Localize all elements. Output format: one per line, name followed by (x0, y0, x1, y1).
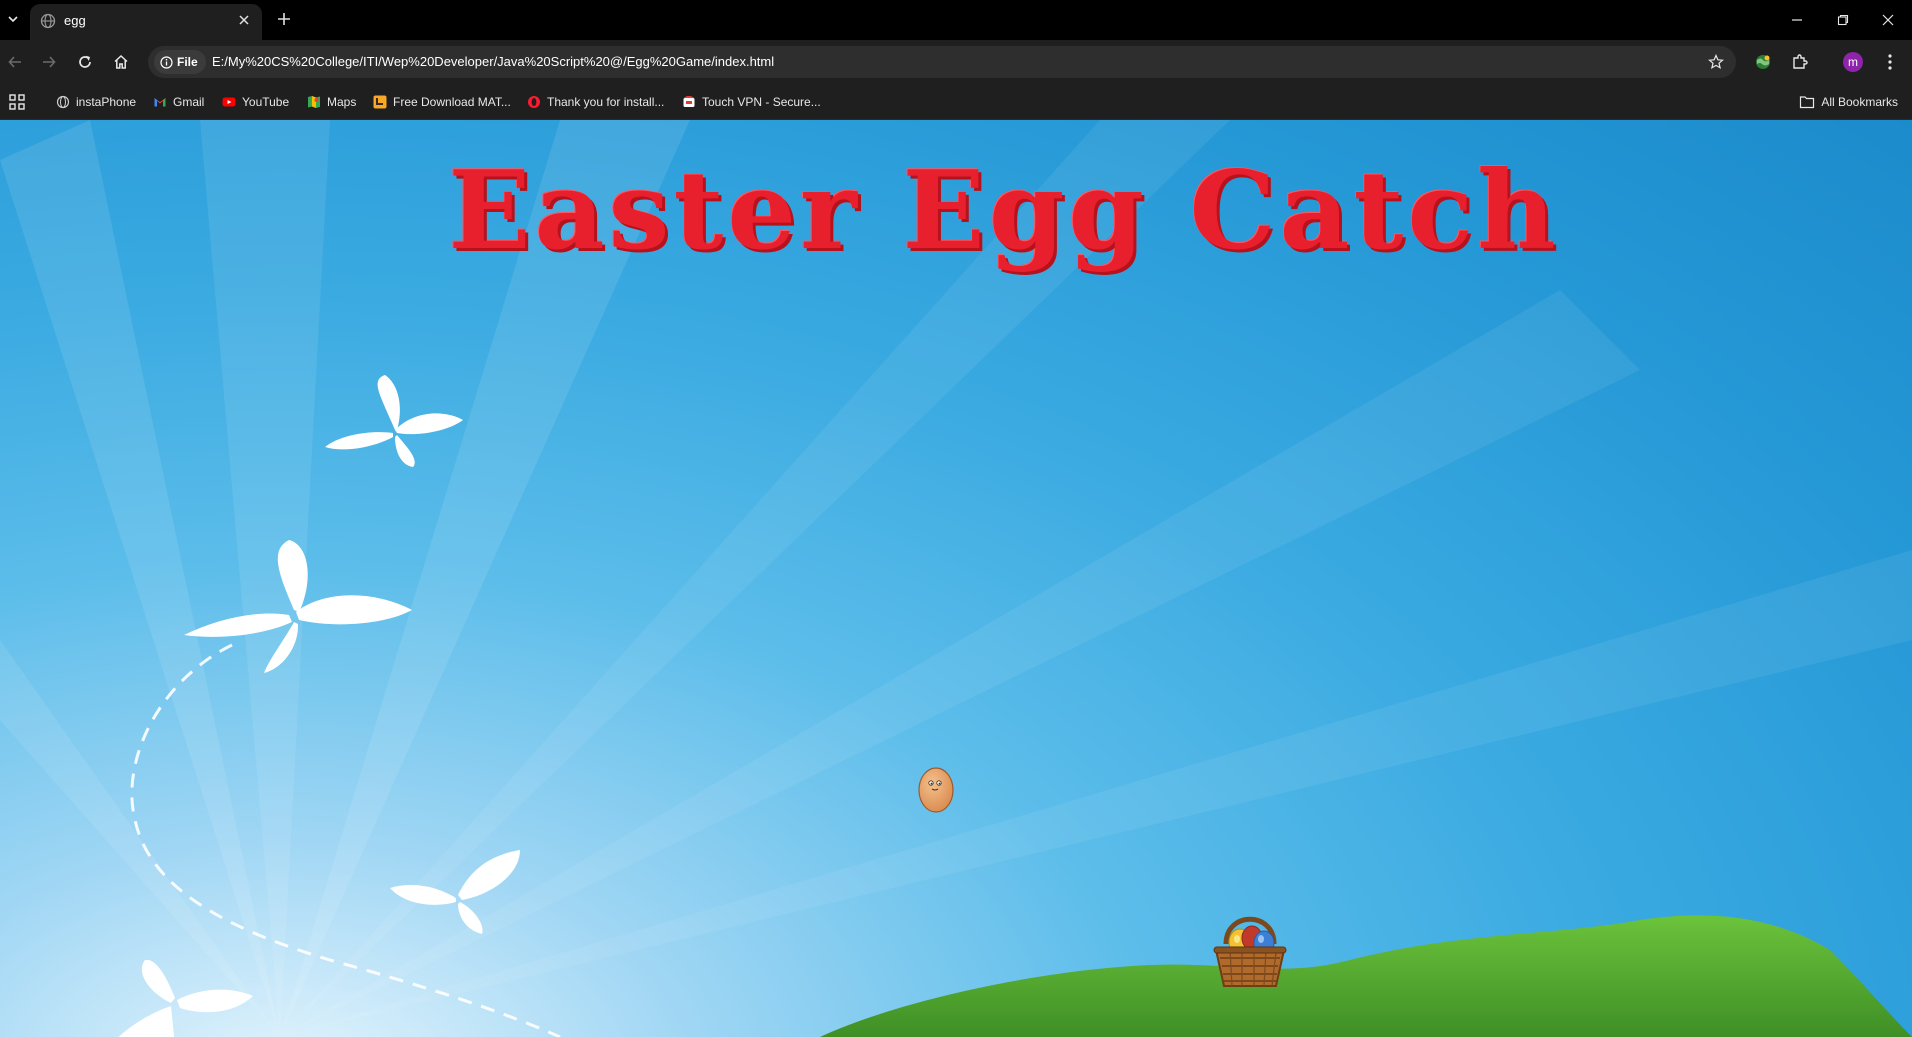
bookmark-label: Gmail (173, 95, 205, 109)
youtube-icon (222, 97, 236, 107)
falling-egg (918, 767, 954, 813)
bookmark-touch-vpn[interactable]: Touch VPN - Secure... (682, 91, 821, 113)
info-icon (160, 55, 173, 69)
egg-basket[interactable] (1212, 906, 1288, 988)
bookmark-label: Touch VPN - Secure... (702, 95, 821, 109)
vpn-icon (683, 96, 695, 107)
chevron-down-icon (8, 16, 18, 23)
grass-hill (820, 915, 1912, 1037)
bookmark-label: instaPhone (76, 95, 137, 109)
minimize-icon (1792, 19, 1802, 21)
new-tab-button[interactable] (272, 7, 296, 31)
home-button[interactable] (107, 48, 135, 76)
tab-search-button[interactable] (2, 8, 24, 30)
tab-active[interactable]: egg (30, 4, 262, 40)
close-icon (239, 15, 249, 25)
opera-icon (528, 96, 540, 108)
all-bookmarks-button[interactable]: All Bookmarks (1799, 91, 1898, 113)
tab-close-button[interactable] (234, 10, 254, 30)
browser-toolbar: File E:/My%20CS%20College/ITI/Wep%20Deve… (0, 40, 1912, 85)
extensions-menu-button[interactable] (1787, 49, 1813, 75)
address-bar[interactable]: File E:/My%20CS%20College/ITI/Wep%20Deve… (148, 46, 1736, 78)
close-icon (1882, 14, 1894, 26)
gmail-icon (154, 98, 166, 107)
browser-menu-button[interactable] (1877, 49, 1903, 75)
minimize-button[interactable] (1779, 6, 1815, 34)
site-chip-label: File (177, 55, 198, 69)
extension-button[interactable] (1750, 49, 1776, 75)
more-vertical-icon (1888, 54, 1892, 70)
arrow-left-icon (8, 56, 21, 68)
bookmark-instaphone[interactable]: instaPhone (56, 91, 136, 113)
game-viewport[interactable]: Easter Egg Catch (0, 120, 1912, 1037)
url-text[interactable]: E:/My%20CS%20College/ITI/Wep%20Developer… (212, 54, 774, 69)
restore-icon (1837, 14, 1849, 26)
globe-icon (40, 13, 56, 29)
reload-icon (79, 55, 91, 68)
reload-button[interactable] (71, 48, 99, 76)
profile-avatar[interactable]: m (1843, 52, 1863, 72)
bookmark-label: YouTube (242, 95, 290, 109)
back-button[interactable] (1, 48, 29, 76)
site-info-chip[interactable]: File (154, 50, 206, 74)
bookmark-label: Thank you for install... (547, 95, 665, 109)
bookmark-star-button[interactable] (1704, 50, 1728, 74)
restore-button[interactable] (1825, 6, 1861, 34)
tab-strip: egg (0, 0, 1912, 40)
download-site-icon (373, 95, 387, 109)
globe-icon (56, 95, 70, 109)
tab-title: egg (64, 13, 86, 28)
bookmark-maps[interactable]: Maps (307, 91, 356, 113)
maps-icon (308, 96, 320, 108)
close-window-button[interactable] (1870, 6, 1906, 34)
bookmark-thank-you[interactable]: Thank you for install... (527, 91, 664, 113)
bookmarks-bar: instaPhone Gmail YouTube Maps Free Downl… (0, 85, 1912, 120)
bookmark-label: Maps (327, 95, 357, 109)
extension-globe-icon (1756, 55, 1770, 69)
plus-icon (278, 13, 290, 25)
all-bookmarks-label: All Bookmarks (1821, 95, 1898, 109)
apps-grid-icon[interactable] (8, 93, 26, 111)
star-icon (1708, 54, 1724, 70)
folder-icon (1800, 96, 1815, 109)
bookmark-free-download[interactable]: Free Download MAT... (373, 91, 511, 113)
forward-button[interactable] (35, 48, 63, 76)
puzzle-icon (1793, 54, 1808, 69)
arrow-right-icon (43, 56, 56, 68)
bookmark-youtube[interactable]: YouTube (222, 91, 289, 113)
bookmark-gmail[interactable]: Gmail (153, 91, 204, 113)
home-icon (114, 54, 128, 69)
bookmark-label: Free Download MAT... (393, 95, 511, 109)
browser-window: egg File E:/My%20CS%20College/ITI/Wep%20… (0, 0, 1912, 1037)
